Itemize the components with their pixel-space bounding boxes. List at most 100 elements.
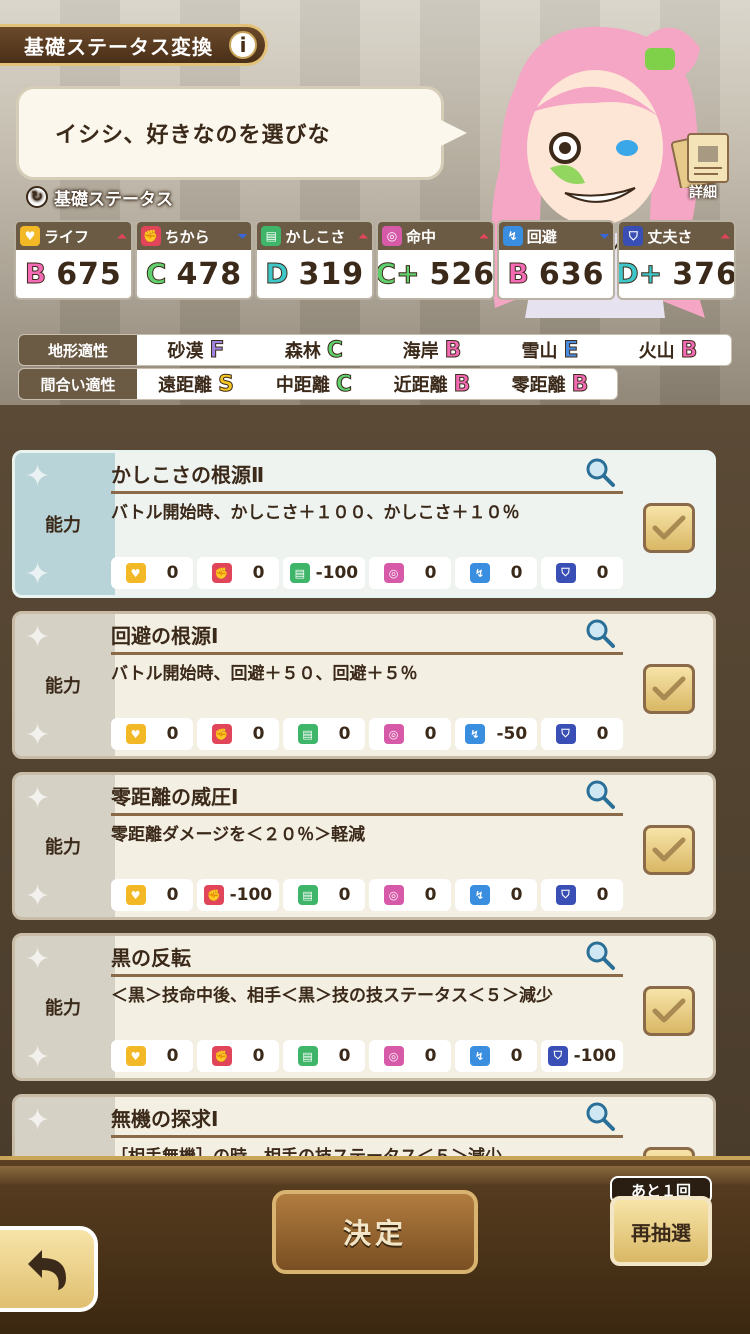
- stat-life: ♥ ライフ ⏶ B 675: [14, 220, 133, 300]
- sparkle-icon: ✦: [25, 1103, 51, 1138]
- ability-description: バトル開始時、回避＋５０、回避＋５％: [111, 664, 418, 684]
- defense-icon: ⛉: [623, 226, 644, 246]
- life-icon: ♥: [125, 563, 146, 583]
- modifier-value: 0: [424, 563, 437, 583]
- select-checkbox[interactable]: [643, 825, 695, 875]
- power-icon: ✊: [211, 1046, 232, 1066]
- stat-modifier: ▤0: [283, 879, 365, 911]
- stat-value: 319: [298, 256, 365, 292]
- terrain-aptitude-grade: C: [326, 337, 344, 363]
- checkmark-icon: [652, 515, 686, 540]
- stat-modifier: ↯0: [455, 1040, 537, 1072]
- wisdom-icon: ▤: [289, 563, 310, 583]
- magnifier-icon[interactable]: [583, 1099, 617, 1133]
- checkmark-icon: [652, 676, 686, 701]
- range-aptitude-name: 近距離: [393, 375, 448, 396]
- title-bar: 基礎ステータス変換 i: [0, 24, 268, 66]
- stat-name: 丈夫さ: [647, 227, 693, 246]
- stat-modifier: ✊0: [197, 1040, 279, 1072]
- modifier-value: 0: [424, 724, 437, 744]
- range-aptitude-grade: B: [453, 371, 471, 397]
- modifier-value: 0: [510, 563, 523, 583]
- sparkle-icon: ✦: [25, 942, 51, 977]
- modifier-value: 0: [338, 724, 351, 744]
- modifier-value: 0: [424, 1046, 437, 1066]
- life-icon: ♥: [125, 885, 146, 905]
- wisdom-icon: ▤: [297, 1046, 318, 1066]
- terrain-aptitude-item: 森林 C: [255, 337, 373, 363]
- stat-value: 376: [672, 256, 737, 292]
- stat-wisdom: ▤ かしこさ ⏶ D 319: [255, 220, 375, 300]
- stat-evasion: ↯ 回避 ⏷ B 636: [496, 220, 616, 300]
- modifier-value: 0: [338, 885, 351, 905]
- select-checkbox[interactable]: [643, 503, 695, 553]
- evasion-icon: ↯: [469, 563, 490, 583]
- range-aptitude-grade: S: [218, 371, 235, 397]
- terrain-aptitude-grade: E: [563, 337, 579, 363]
- accuracy-icon: ◎: [383, 885, 404, 905]
- select-checkbox[interactable]: [643, 986, 695, 1036]
- modifier-value: 0: [166, 1046, 179, 1066]
- stat-header: ◎ 命中 ⏶: [378, 222, 493, 250]
- evasion-icon: ↯: [464, 724, 485, 744]
- stat-header: ♥ ライフ ⏶: [16, 222, 131, 250]
- documents-icon: [671, 133, 729, 191]
- stat-value: 636: [538, 256, 605, 292]
- stat-value: 478: [176, 256, 243, 292]
- basic-status-header: ↻ 基礎ステータス: [26, 184, 173, 210]
- stat-modifier: ♥0: [111, 718, 193, 750]
- life-icon: ♥: [20, 226, 40, 246]
- terrain-aptitude-name: 森林: [284, 341, 321, 362]
- stat-modifier: ▤ -100: [283, 557, 365, 589]
- stat-name: 命中: [406, 227, 437, 246]
- sparkle-icon: ✦: [25, 459, 51, 494]
- range-aptitude-label: 間合い適性: [19, 369, 137, 399]
- decide-button[interactable]: 決定: [272, 1190, 478, 1274]
- ability-card[interactable]: 能力 ✦ ✦ かしこさの根源Ⅱ バトル開始時、かしこさ＋１００、かしこさ＋１０％ ♥ 0 ✊ 0…: [12, 450, 716, 598]
- modifier-value: 0: [166, 724, 179, 744]
- modifier-value: 0: [338, 1046, 351, 1066]
- select-checkbox[interactable]: [643, 664, 695, 714]
- magnifier-icon[interactable]: [583, 777, 617, 811]
- evasion-icon: ↯: [469, 885, 490, 905]
- defense-icon: ⛉: [555, 563, 576, 583]
- checkmark-icon: [652, 998, 686, 1023]
- range-aptitude-grade: C: [335, 371, 353, 397]
- down-arrow-icon: ⏷: [599, 228, 610, 243]
- sync-icon: ↻: [26, 186, 48, 208]
- stat-grade: B: [24, 257, 47, 290]
- ability-card[interactable]: 能力 ✦ ✦ 回避の根源Ⅰ バトル開始時、回避＋５０、回避＋５％ ♥ 0 ✊ 0 ▤ 0 ◎ 0 ↯ -50…: [12, 611, 716, 759]
- stat-modifier: ↯0: [455, 557, 537, 589]
- defense-icon: ⛉: [555, 885, 576, 905]
- magnifier-icon[interactable]: [583, 616, 617, 650]
- divider: [111, 491, 623, 494]
- modifier-value: 0: [510, 885, 523, 905]
- modifier-value: 0: [596, 563, 609, 583]
- details-button[interactable]: 詳細: [668, 128, 738, 206]
- modifier-value: 0: [596, 724, 609, 744]
- modifier-value: 0: [510, 1046, 523, 1066]
- ability-card[interactable]: 能力 ✦ ✦ 黒の反転 ＜黒＞技命中後、相手＜黒＞技の技ステータス＜５＞減少 ♥ 0 ✊ 0 ▤ 0…: [12, 933, 716, 1081]
- stat-name: ライフ: [44, 227, 90, 246]
- redraw-button[interactable]: 再抽選: [610, 1196, 712, 1266]
- stat-body: D+ 376: [619, 250, 734, 298]
- modifier-value: 0: [424, 885, 437, 905]
- stat-modifier: ⛉0: [541, 718, 623, 750]
- back-button[interactable]: [0, 1226, 98, 1312]
- stat-modifiers: ♥ 0 ✊ 0 ▤ 0 ◎ 0 ↯ 0 ⛉ -100: [111, 1040, 623, 1072]
- accuracy-icon: ◎: [383, 1046, 404, 1066]
- stat-body: C 478: [137, 250, 252, 298]
- magnifier-icon[interactable]: [583, 455, 617, 489]
- stat-name: 回避: [526, 227, 557, 246]
- stat-header: ▤ かしこさ ⏶: [257, 222, 373, 250]
- info-icon[interactable]: i: [229, 31, 257, 59]
- range-aptitude-name: 零距離: [511, 375, 566, 396]
- accuracy-icon: ◎: [383, 724, 404, 744]
- life-icon: ♥: [125, 724, 146, 744]
- magnifier-icon[interactable]: [583, 938, 617, 972]
- speech-bubble: イシシ、好きなのを選びな: [16, 86, 467, 180]
- stat-modifier: ✊0: [197, 557, 279, 589]
- page-title: 基礎ステータス変換: [24, 34, 213, 59]
- ability-card[interactable]: 能力 ✦ ✦ 零距離の威圧Ⅰ 零距離ダメージを＜２０％＞軽減 ♥ 0 ✊ -100 ▤ 0 ◎ 0 ↯ 0 ⛉…: [12, 772, 716, 920]
- range-aptitude-item: 遠距離 S: [137, 371, 255, 397]
